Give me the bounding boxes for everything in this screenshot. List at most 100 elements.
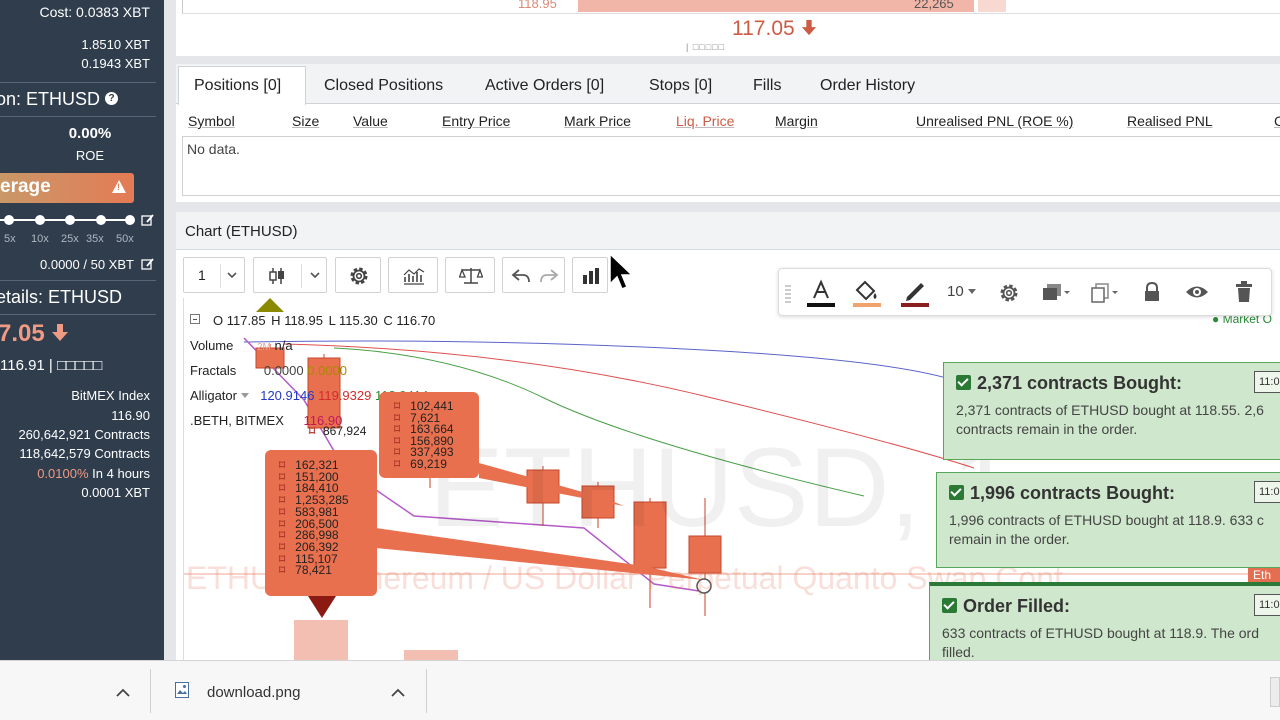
ohlc-low: 115.30: [338, 313, 378, 328]
warning-icon: [112, 180, 126, 193]
col-margin[interactable]: Margin: [775, 113, 818, 129]
eye-icon[interactable]: [1185, 283, 1209, 301]
price-chart[interactable]: ETHUSD, 1 ETHUSD: Ethereum / US Dollar P…: [183, 298, 1280, 660]
tab-closed-positions[interactable]: Closed Positions: [324, 77, 443, 95]
col-close[interactable]: C: [1274, 113, 1280, 129]
text-color-button[interactable]: [805, 277, 837, 309]
drag-handle[interactable]: [785, 283, 791, 303]
gear-icon[interactable]: [998, 282, 1020, 304]
col-unrealised-pnl[interactable]: Unrealised PNL (ROE %): [916, 113, 1073, 129]
notification-card[interactable]: 1,996 contracts Bought: 11:0 1,996 contr…: [936, 472, 1280, 568]
leverage-tick[interactable]: 35x: [86, 233, 104, 245]
text-color-icon: [807, 279, 835, 307]
slider-stop[interactable]: [65, 215, 75, 225]
positions-panel: Positions [0] Closed Positions Active Or…: [176, 64, 1280, 202]
orderbook-price[interactable]: 118.95: [518, 0, 557, 11]
tab-stops[interactable]: Stops [0]: [649, 77, 712, 95]
image-file-icon: [175, 682, 189, 698]
fill-color-button[interactable]: [851, 277, 883, 309]
slider-stop[interactable]: [125, 215, 135, 225]
notification-line: 2,371 contracts of ETHUSD bought at 118.…: [956, 402, 1264, 418]
legend-volume[interactable]: Volume 2M n/a: [190, 338, 293, 353]
chart-style-select[interactable]: [253, 257, 327, 293]
interval-select[interactable]: 1: [183, 257, 245, 293]
indicators-button[interactable]: [388, 257, 438, 293]
tab-fills[interactable]: Fills: [753, 77, 781, 95]
show-all-button[interactable]: [1270, 677, 1280, 707]
last-price-value: 7.05: [0, 320, 45, 347]
tab-active-orders[interactable]: Active Orders [0]: [485, 77, 604, 95]
leverage-tick[interactable]: 5x: [4, 233, 16, 245]
slider-stop[interactable]: [96, 215, 106, 225]
funding-time: In 4 hours: [92, 466, 150, 481]
index-series-label: .BETH, BITMEX: [190, 413, 284, 428]
line-width-select[interactable]: 10: [947, 283, 976, 300]
notification-title-text: Order Filled:: [963, 596, 1071, 616]
undo-icon[interactable]: [511, 267, 531, 285]
slider-stop[interactable]: [35, 215, 45, 225]
download-item[interactable]: download.png: [164, 673, 426, 711]
slider-stop[interactable]: [4, 215, 14, 225]
chevron-up-icon[interactable]: [116, 688, 130, 697]
volume-ladder: ⌑ 102,441 ⌑ 7,621 ⌑ 163,664 ⌑ 156,890 ⌑ 337,4…: [394, 399, 454, 471]
candles-icon: [269, 268, 284, 284]
notification-title: 2,371 contracts Bought:: [956, 373, 1182, 394]
redo-icon[interactable]: [539, 267, 559, 285]
col-realised-pnl[interactable]: Realised PNL: [1127, 113, 1213, 129]
chart-settings-button[interactable]: [335, 257, 381, 293]
notification-title: Order Filled:: [942, 596, 1070, 617]
col-size[interactable]: Size: [292, 113, 319, 129]
chart-title: Chart (ETHUSD): [185, 223, 298, 240]
col-liq-price[interactable]: Liq. Price: [676, 113, 734, 129]
position-title: on: ETHUSD ?: [0, 89, 119, 110]
roe-label: ROE: [75, 148, 105, 163]
notification-time: 11:0: [1254, 594, 1280, 616]
divider: [0, 82, 156, 83]
notification-line: remain in the order.: [949, 531, 1070, 547]
line-color-button[interactable]: [899, 277, 931, 309]
layers-icon: [1043, 284, 1070, 300]
tab-order-history[interactable]: Order History: [820, 77, 915, 95]
leverage-tick[interactable]: 50x: [116, 233, 134, 245]
notification-body: 1,996 contracts of ETHUSD bought at 118.…: [949, 511, 1264, 549]
collapse-legend-icon[interactable]: [190, 314, 200, 324]
divider: [150, 669, 151, 713]
chart-header: Chart (ETHUSD): [176, 212, 1280, 250]
edit-icon[interactable]: [141, 214, 154, 227]
open-interest: 260,642,921 Contracts: [18, 427, 150, 442]
legend-fractals[interactable]: Fractals 0.0000 0.0000: [190, 363, 347, 378]
margin-value: 0.0000 / 50 XBT: [40, 257, 134, 272]
leverage-slider[interactable]: [0, 215, 135, 225]
notification-card[interactable]: Order Filled: 11:0 633 contracts of ETHU…: [929, 582, 1280, 660]
trash-icon[interactable]: [1235, 281, 1253, 303]
leverage-tick[interactable]: 10x: [31, 233, 49, 245]
chart-properties-button[interactable]: [572, 257, 608, 293]
tab-positions[interactable]: Positions [0]: [194, 77, 281, 95]
ladder-value: 69,219: [410, 456, 447, 471]
lock-icon[interactable]: [1143, 281, 1161, 303]
edit-icon[interactable]: [141, 258, 154, 271]
notification-card[interactable]: 2,371 contracts Bought: 11:0 2,371 contr…: [943, 362, 1280, 460]
compare-button[interactable]: [445, 257, 495, 293]
leverage-warning-bar[interactable]: erage: [0, 173, 134, 203]
arrow-down-icon: [801, 20, 816, 36]
chevron-up-icon[interactable]: [391, 688, 405, 697]
notification-title: 1,996 contracts Bought:: [949, 483, 1175, 504]
clone-button[interactable]: [1089, 282, 1119, 309]
gear-icon: [350, 267, 368, 285]
help-icon[interactable]: ?: [105, 92, 119, 105]
chevron-down-icon: [310, 272, 320, 279]
orderbook-qty[interactable]: 22,265: [914, 0, 954, 11]
contract-details-title: etails: ETHUSD: [0, 287, 123, 307]
col-entry-price[interactable]: Entry Price: [442, 113, 510, 129]
fractals-value-1: 0.0000: [263, 363, 304, 378]
ohlc-high: 118.95: [284, 313, 323, 328]
alligator-jaw: 120.9146: [260, 388, 315, 403]
leverage-tick[interactable]: 25x: [61, 233, 79, 245]
col-mark-price[interactable]: Mark Price: [564, 113, 631, 129]
ladder-value: 867,924: [323, 424, 367, 438]
col-symbol[interactable]: Symbol: [188, 113, 235, 129]
alligator-label: Alligator: [190, 388, 237, 403]
col-value[interactable]: Value: [353, 113, 388, 129]
visual-order-button[interactable]: [1041, 282, 1071, 309]
